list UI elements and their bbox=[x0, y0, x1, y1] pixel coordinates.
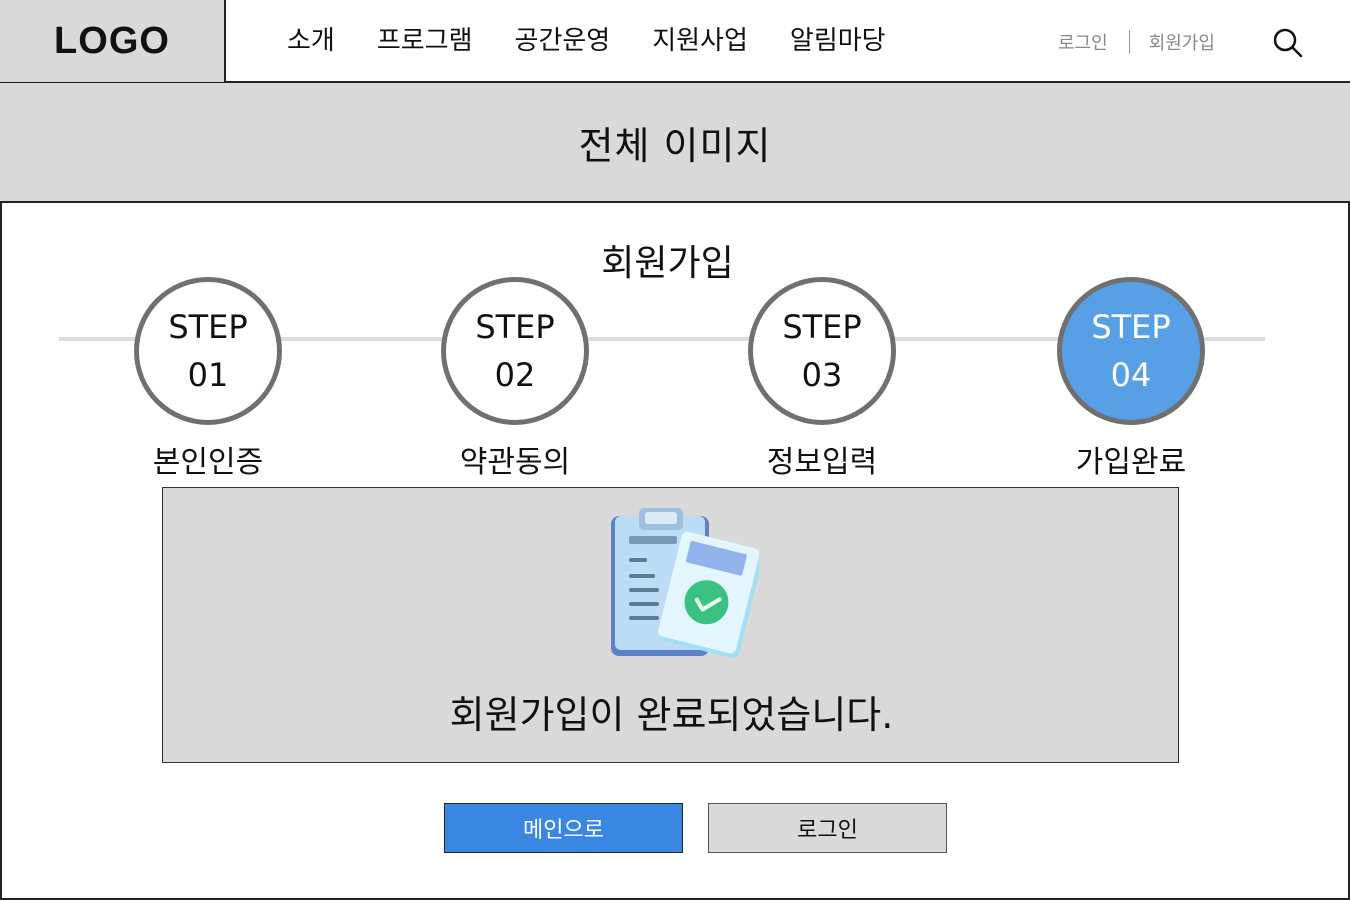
step-circle: STEP 02 bbox=[441, 277, 589, 425]
step-word: STEP bbox=[1091, 308, 1171, 346]
completion-panel: 회원가입이 완료되었습니다. bbox=[162, 487, 1179, 763]
step-label: 정보입력 bbox=[766, 445, 878, 480]
step-label: 본인인증 bbox=[152, 445, 264, 480]
step-circle: STEP 03 bbox=[748, 277, 896, 425]
logo-text: LOGO bbox=[54, 19, 170, 62]
step-label: 약관동의 bbox=[459, 445, 571, 480]
nav-item-program[interactable]: 프로그램 bbox=[377, 20, 473, 57]
nav-item-support[interactable]: 지원사업 bbox=[652, 20, 748, 57]
step-3: STEP 03 정보입력 bbox=[748, 277, 896, 480]
step-number: 03 bbox=[801, 356, 843, 394]
step-circle: STEP 01 bbox=[134, 277, 282, 425]
step-label: 가입완료 bbox=[1075, 445, 1187, 480]
nav-item-intro[interactable]: 소개 bbox=[287, 20, 335, 57]
completion-message: 회원가입이 완료되었습니다. bbox=[449, 693, 894, 737]
step-word: STEP bbox=[475, 308, 555, 346]
search-icon[interactable] bbox=[1272, 27, 1304, 59]
auth-divider bbox=[1128, 30, 1130, 54]
step-4: STEP 04 가입완료 bbox=[1057, 277, 1205, 480]
step-1: STEP 01 본인인증 bbox=[134, 277, 282, 480]
hero-banner: 전체 이미지 bbox=[0, 83, 1350, 203]
step-circle-active: STEP 04 bbox=[1057, 277, 1205, 425]
login-button[interactable]: 로그인 bbox=[708, 803, 947, 853]
step-2: STEP 02 약관동의 bbox=[441, 277, 589, 480]
header: LOGO 소개 프로그램 공간운영 지원사업 알림마당 로그인 회원가입 bbox=[0, 0, 1350, 83]
logo[interactable]: LOGO bbox=[0, 0, 226, 82]
step-number: 01 bbox=[187, 356, 229, 394]
login-link[interactable]: 로그인 bbox=[1058, 29, 1108, 55]
signup-link[interactable]: 회원가입 bbox=[1149, 29, 1215, 55]
clipboard-check-icon bbox=[611, 508, 759, 659]
step-word: STEP bbox=[168, 308, 248, 346]
step-number: 04 bbox=[1110, 356, 1152, 394]
nav-item-notice[interactable]: 알림마당 bbox=[790, 20, 886, 57]
step-word: STEP bbox=[782, 308, 862, 346]
go-main-button[interactable]: 메인으로 bbox=[444, 803, 683, 853]
step-number: 02 bbox=[494, 356, 536, 394]
nav-item-space[interactable]: 공간운영 bbox=[515, 20, 611, 57]
auth-links: 로그인 회원가입 bbox=[1058, 29, 1215, 55]
main-nav: 소개 프로그램 공간운영 지원사업 알림마당 bbox=[287, 20, 928, 57]
hero-text: 전체 이미지 bbox=[578, 123, 772, 168]
